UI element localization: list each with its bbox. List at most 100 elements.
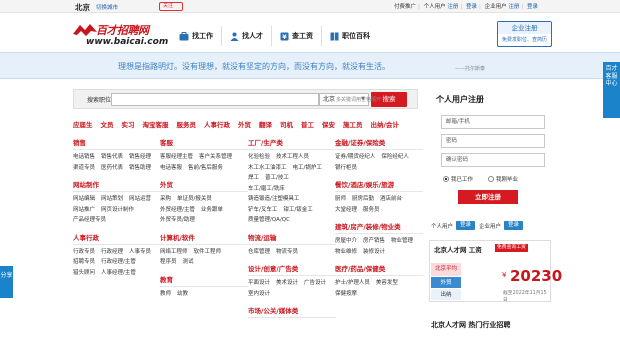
- category-item-link[interactable]: 教师: [160, 289, 171, 300]
- category-item-link[interactable]: 服务员: [363, 205, 380, 216]
- category-item-link[interactable]: 铸造锻造/注塑模具工: [248, 194, 299, 205]
- category-item-link[interactable]: 销售经理: [129, 152, 151, 163]
- category-item-link[interactable]: 网站推广: [73, 205, 95, 216]
- nav-check-salary[interactable]: ¥ 查工资: [272, 26, 322, 46]
- category-item-link[interactable]: 人事专员: [129, 247, 151, 258]
- category-title[interactable]: 医疗/药品/保健类: [335, 263, 423, 276]
- nav-job-wiki[interactable]: 职位百科: [322, 26, 378, 46]
- category-item-link[interactable]: 厨师: [335, 194, 346, 205]
- category-title[interactable]: 市场/公关/媒体类: [248, 305, 336, 318]
- category-title[interactable]: 网站制作: [73, 179, 161, 192]
- category-item-link[interactable]: 保健按摩: [335, 289, 357, 300]
- category-item-link[interactable]: 技术工程人员: [276, 152, 309, 163]
- category-title[interactable]: 外贸: [160, 179, 248, 192]
- paid-promotion-link[interactable]: 付费推广: [394, 4, 416, 10]
- free-salary-query-button[interactable]: 免费查询工资: [495, 244, 528, 252]
- company-login-link[interactable]: 登录: [527, 4, 538, 10]
- site-logo[interactable]: 百才招聘网 www.baicai.com: [72, 22, 168, 50]
- category-item-link[interactable]: 车工/磨工/铣床: [248, 184, 285, 195]
- category-item-link[interactable]: 钳工/钣金工: [283, 205, 312, 216]
- category-item-link[interactable]: 厨房后勤: [352, 194, 374, 205]
- category-item-link[interactable]: 程序员: [160, 257, 177, 268]
- password-field[interactable]: 密码: [441, 134, 545, 148]
- category-item-link[interactable]: 客户关系管理: [199, 152, 232, 163]
- category-item-link[interactable]: 质量管理/QA/QC: [248, 215, 290, 226]
- category-item-link[interactable]: 物流专员: [276, 247, 298, 258]
- category-item-link[interactable]: 渠道专员: [73, 163, 95, 174]
- category-item-link[interactable]: 美术设计: [276, 278, 298, 289]
- category-item-link[interactable]: 普工/技工: [265, 173, 289, 184]
- register-submit-button[interactable]: 立即注册: [458, 190, 518, 204]
- category-title[interactable]: 物流/运输: [248, 232, 336, 245]
- category-item-link[interactable]: 证券/期货经纪人: [335, 152, 375, 163]
- confirm-password-field[interactable]: 确认密码: [441, 153, 545, 167]
- company-register-link[interactable]: 注册: [508, 4, 519, 10]
- category-item-link[interactable]: 保险经纪人: [381, 152, 409, 163]
- category-title[interactable]: 工厂/生产类: [248, 137, 336, 150]
- category-item-link[interactable]: 装修设计: [363, 247, 385, 258]
- category-item-link[interactable]: 酒店前台: [380, 194, 402, 205]
- category-item-link[interactable]: 医药代表: [101, 163, 123, 174]
- share-tab[interactable]: 分享: [0, 266, 13, 298]
- category-item-link[interactable]: 售前/售后服务: [188, 163, 223, 174]
- category-item-link[interactable]: 物业维修: [335, 247, 357, 258]
- salary-tab-cashier[interactable]: 出纳: [431, 289, 461, 301]
- weibo-follow-button[interactable]: 关注: [159, 2, 183, 11]
- switch-city-link[interactable]: 切换城市: [96, 3, 118, 11]
- category-item-link[interactable]: 单证员/报关员: [177, 194, 212, 205]
- category-item-link[interactable]: 客服经理主管: [160, 152, 193, 163]
- salary-tab-trade[interactable]: 外贸: [431, 277, 461, 289]
- category-item-link[interactable]: 房产销售: [363, 236, 385, 247]
- category-item-link[interactable]: 猎头顾问: [73, 268, 95, 279]
- category-item-link[interactable]: 幼教: [177, 289, 188, 300]
- category-item-link[interactable]: 外贸经理/主管: [160, 205, 195, 216]
- category-item-link[interactable]: 网站编辑: [73, 194, 95, 205]
- category-item-link[interactable]: 行政经理: [101, 247, 123, 258]
- category-item-link[interactable]: 网页设计制作: [101, 205, 134, 216]
- category-item-link[interactable]: 采购: [160, 194, 171, 205]
- category-item-link[interactable]: 业务跟单: [201, 205, 223, 216]
- category-item-link[interactable]: 房屋中介: [335, 236, 357, 247]
- category-item-link[interactable]: 网站策划: [101, 194, 123, 205]
- category-item-link[interactable]: 护士/护理人员: [335, 278, 370, 289]
- category-item-link[interactable]: 美容发型: [376, 278, 398, 289]
- category-item-link[interactable]: 电工/锅炉工: [293, 163, 322, 174]
- personal-login-link[interactable]: 登录: [466, 4, 477, 10]
- category-item-link[interactable]: 网站运营: [129, 194, 151, 205]
- category-item-link[interactable]: 人事经理/主管: [101, 268, 136, 279]
- category-title[interactable]: 销售: [73, 137, 161, 150]
- category-item-link[interactable]: 大堂经理: [335, 205, 357, 216]
- category-title[interactable]: 教育: [160, 274, 248, 287]
- category-title[interactable]: 客服: [160, 137, 248, 150]
- email-field[interactable]: 邮箱/手机: [441, 115, 545, 129]
- category-item-link[interactable]: 木工水工油漆工: [248, 163, 287, 174]
- category-item-link[interactable]: 销售代表: [101, 152, 123, 163]
- category-item-link[interactable]: 软件工程师: [194, 247, 222, 258]
- category-item-link[interactable]: 产品经理专员: [73, 215, 106, 226]
- employer-register-button[interactable]: 企业注册 免费发职位、查简历: [497, 21, 552, 47]
- search-input[interactable]: [111, 93, 319, 106]
- nav-find-job[interactable]: 找工作: [171, 26, 222, 46]
- category-item-link[interactable]: 化验检验: [248, 152, 270, 163]
- category-item-link[interactable]: 广告设计: [304, 278, 326, 289]
- category-item-link[interactable]: 网络工程师: [160, 247, 188, 258]
- category-item-link[interactable]: 焊工: [248, 173, 259, 184]
- category-title[interactable]: 建筑/房产/装修/物业类: [335, 221, 423, 234]
- category-item-link[interactable]: 室内设计: [248, 289, 270, 300]
- category-title[interactable]: 计算机/软件: [160, 232, 248, 245]
- nav-find-talent[interactable]: 找人才: [222, 26, 272, 46]
- category-item-link[interactable]: 招聘专员: [73, 257, 95, 268]
- personal-register-link[interactable]: 注册: [447, 4, 458, 10]
- category-item-link[interactable]: 电话销售: [73, 152, 95, 163]
- category-item-link[interactable]: 电话客服: [160, 163, 182, 174]
- category-item-link[interactable]: 销售助理: [129, 163, 151, 174]
- category-item-link[interactable]: 铲车/叉车工: [248, 205, 277, 216]
- category-item-link[interactable]: 平面设计: [248, 278, 270, 289]
- radio-graduate[interactable]: 我刚毕业: [488, 175, 518, 183]
- category-item-link[interactable]: 测试: [183, 257, 194, 268]
- company-login-button[interactable]: 登录: [504, 221, 524, 230]
- personal-login-button[interactable]: 登录: [456, 221, 476, 230]
- category-item-link[interactable]: 仓库管理: [248, 247, 270, 258]
- category-item-link[interactable]: 行政专员: [73, 247, 95, 258]
- category-item-link[interactable]: 物业管理: [391, 236, 413, 247]
